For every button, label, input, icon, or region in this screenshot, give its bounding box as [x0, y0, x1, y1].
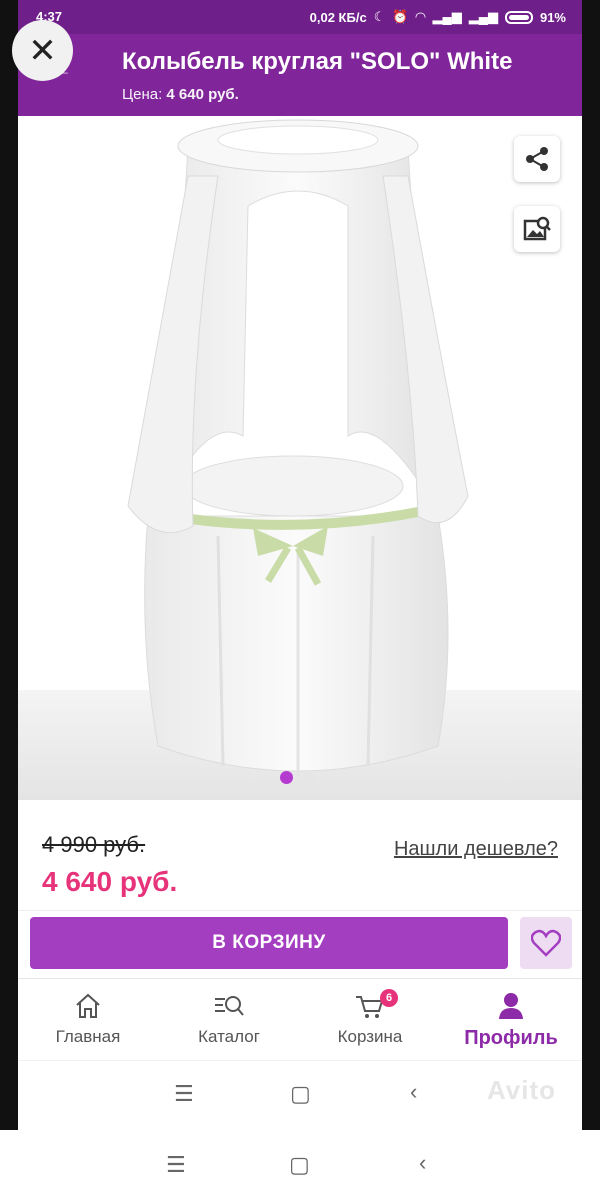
nav-label-catalog: Каталог	[198, 1027, 260, 1046]
bottom-navigation: Главная Каталог 6 Корзина Профиль	[18, 978, 582, 1060]
back-icon-outer[interactable]: ‹	[419, 1150, 426, 1176]
price-section: 4 990 руб. 4 640 руб. Нашли дешевле?	[18, 800, 582, 910]
battery-percent: 91%	[539, 9, 566, 25]
heart-icon	[531, 929, 561, 957]
product-gallery[interactable]	[18, 116, 582, 800]
signal-icon-2: ▂▄▆	[468, 9, 498, 24]
alarm-icon: ⏰	[392, 9, 409, 24]
cart-badge: 6	[380, 989, 398, 1007]
old-price: 4 990 руб.	[42, 832, 146, 857]
status-bar: 4:37 0,02 КБ/с ☾ ⏰ ◠ ▂▄▆ ▂▄▆ 91%	[18, 0, 582, 34]
close-icon[interactable]: ✕	[12, 20, 73, 81]
wifi-icon: ◠	[415, 9, 426, 24]
home-icon	[76, 993, 100, 1018]
inner-system-nav: ☰ ▢ ‹ Avito	[18, 1060, 582, 1130]
gallery-dot-active[interactable]	[280, 771, 293, 784]
gallery-dots	[280, 771, 316, 784]
menu-icon[interactable]: ☰	[174, 1081, 194, 1107]
nav-label-home: Главная	[55, 1027, 121, 1046]
app-screen: 4:37 0,02 КБ/с ☾ ⏰ ◠ ▂▄▆ ▂▄▆ 91% ← Колыб…	[18, 0, 582, 1130]
menu-icon-outer[interactable]: ☰	[166, 1152, 186, 1178]
bassinet-image	[127, 119, 469, 776]
nav-item-cart[interactable]: 6 Корзина	[300, 989, 440, 1047]
network-speed: 0,02 КБ/с	[309, 9, 367, 25]
phone-frame: 4:37 0,02 КБ/с ☾ ⏰ ◠ ▂▄▆ ▂▄▆ 91% ← Колыб…	[0, 0, 600, 1130]
back-icon[interactable]: ‹	[410, 1079, 417, 1105]
profile-icon	[499, 993, 523, 1019]
app-header: ← Колыбель круглая "SOLO" White Цена: 4 …	[18, 34, 582, 116]
system-navigation-bar: ☰ ▢ ‹	[0, 1130, 600, 1199]
catalog-search-icon	[215, 996, 244, 1016]
add-to-cart-button[interactable]: В КОРЗИНУ	[30, 917, 508, 969]
battery-icon	[504, 10, 533, 24]
header-price-label: Цена:	[122, 86, 163, 103]
home-square-icon-outer[interactable]: ▢	[289, 1152, 310, 1178]
moon-icon: ☾	[373, 9, 386, 24]
status-right: 0,02 КБ/с ☾ ⏰ ◠ ▂▄▆ ▂▄▆ 91%	[310, 9, 566, 25]
found-cheaper-link[interactable]: Нашли дешевле?	[394, 838, 558, 861]
watermark: Avito	[486, 1075, 556, 1105]
favorite-button[interactable]	[520, 917, 572, 969]
nav-label-profile: Профиль	[464, 1027, 558, 1049]
action-bar: В КОРЗИНУ	[18, 910, 582, 978]
gallery-dot[interactable]	[303, 771, 316, 784]
share-icon[interactable]	[514, 136, 560, 182]
nav-item-profile[interactable]: Профиль	[441, 989, 581, 1050]
nav-item-catalog[interactable]: Каталог	[159, 989, 299, 1047]
home-square-icon[interactable]: ▢	[290, 1081, 311, 1107]
current-price: 4 640 руб.	[42, 866, 178, 897]
signal-icon: ▂▄▆	[432, 9, 462, 24]
nav-item-home[interactable]: Главная	[18, 989, 158, 1047]
image-search-icon[interactable]	[514, 206, 560, 252]
header-price-value: 4 640 руб.	[166, 86, 239, 103]
nav-label-cart: Корзина	[337, 1027, 403, 1046]
page-title: Колыбель круглая "SOLO" White	[122, 48, 513, 75]
header-price: Цена: 4 640 руб.	[122, 86, 239, 103]
